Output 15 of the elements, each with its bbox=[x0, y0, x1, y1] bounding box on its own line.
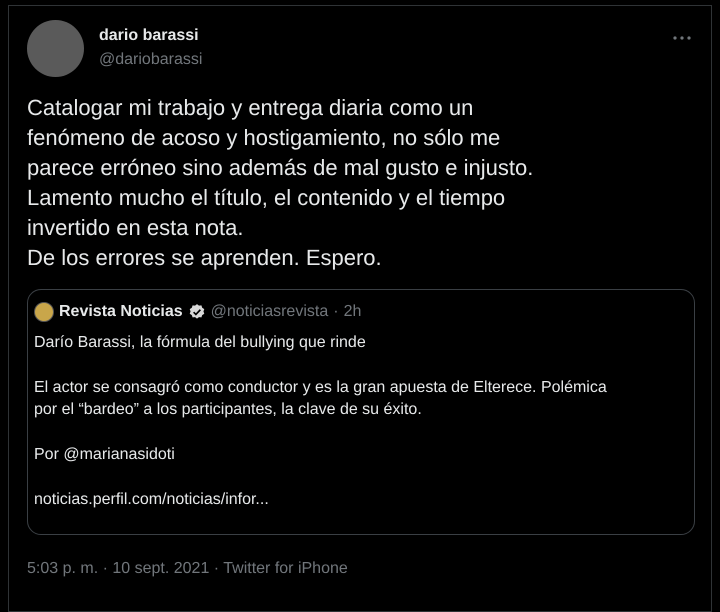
tweet-text: Catalogar mi trabajo y entrega diaria como un fenómeno de acoso y hostigamiento, no sólo me parece erróneo sino además de mal gusto e injusto. Lamento mucho el título, el contenido y el tiempo invertido en esta nota. De los errores se aprenden. Espero. bbox=[27, 94, 534, 272]
separator-dot: · bbox=[333, 302, 339, 322]
author-name[interactable]: dario barassi bbox=[99, 26, 202, 46]
quoted-paragraph: noticias.perfil.com/noticias/infor... bbox=[34, 490, 269, 510]
tweet-timestamp: 5:03 p. m. · 10 sept. 2021 · Twitter for iPhone bbox=[27, 559, 349, 579]
quoted-paragraph: Por @marianasidoti bbox=[34, 445, 175, 465]
more-icon[interactable] bbox=[673, 36, 691, 40]
quoted-time: 2h bbox=[344, 302, 362, 322]
quoted-tweet-card[interactable] bbox=[27, 289, 695, 535]
quoted-author-name: Revista Noticias bbox=[59, 302, 183, 322]
publisher-avatar-icon bbox=[34, 302, 54, 322]
quoted-author-handle: @noticiasrevista bbox=[210, 302, 328, 322]
quoted-paragraph: El actor se consagró como conductor y es la gran apuesta de Elterece. Polémica por el “bardeo” a los participantes, la clave de su éxito. bbox=[34, 378, 607, 420]
quoted-paragraph: Darío Barassi, la fórmula del bullying que rinde bbox=[34, 333, 366, 353]
author-handle[interactable]: @dariobarassi bbox=[99, 50, 202, 70]
